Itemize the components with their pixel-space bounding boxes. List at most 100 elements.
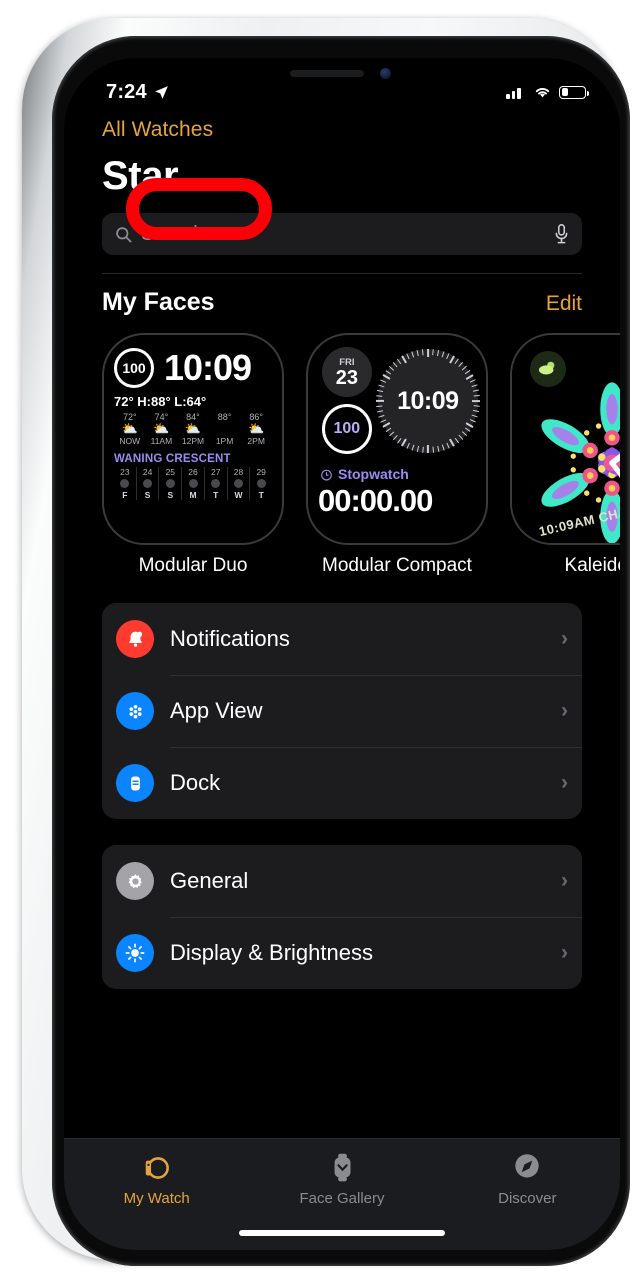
- watch-face-item[interactable]: 100 10:09 72° H:88° L:64° 72° ⛅ NOW 74° …: [102, 333, 284, 577]
- moon-day-cell: 29 T: [250, 467, 272, 500]
- forecast-cell: 72° ⛅ NOW: [114, 412, 146, 446]
- modular-duo-content: 100 10:09 72° H:88° L:64° 72° ⛅ NOW 74° …: [114, 347, 272, 531]
- partly-cloudy-icon: ⛅: [121, 421, 138, 436]
- watch-faces-carousel[interactable]: 100 10:09 72° H:88° L:64° 72° ⛅ NOW 74° …: [64, 317, 620, 577]
- forecast-hour: NOW: [119, 436, 141, 446]
- dock-icon: [116, 764, 154, 802]
- date-complication: FRI 23: [321, 347, 372, 397]
- forecast-hour: 11AM: [150, 436, 173, 446]
- watch-face-name: Modular Compact: [322, 555, 472, 576]
- partly-cloudy-icon: ⛅: [184, 421, 202, 436]
- sunny-icon: ☀: [218, 421, 231, 436]
- moon-day-cell: 27 T: [205, 467, 228, 500]
- tab-label: Face Gallery: [299, 1190, 385, 1207]
- moon-date: 23: [120, 467, 130, 477]
- moon-date: 29: [256, 467, 266, 477]
- grid-icon: [116, 692, 154, 730]
- forecast-hour: 1PM: [215, 436, 234, 446]
- tab-my-watch[interactable]: My Watch: [64, 1151, 249, 1250]
- watch-face-item[interactable]: 10:09AM CHA Kaleidos: [510, 333, 620, 577]
- stopwatch-value: 00:00.00: [318, 483, 433, 518]
- moon-glyph-icon: [143, 479, 153, 488]
- moon-weekday: T: [213, 490, 219, 500]
- list-item-label: Notifications: [170, 626, 290, 651]
- my-faces-title: My Faces: [102, 288, 215, 316]
- moon-glyph-icon: [211, 479, 221, 488]
- watch-face-item[interactable]: FRI 23 100 10:09 Stopwatch 00:00.00 Modu…: [306, 333, 488, 577]
- tab-discover[interactable]: Discover: [435, 1151, 620, 1250]
- stopwatch-label: Stopwatch: [338, 466, 409, 482]
- weather-summary: 72° H:88° L:64°: [114, 394, 207, 409]
- status-bar-left: 7:24: [106, 81, 170, 104]
- back-button-all-watches[interactable]: All Watches: [64, 110, 620, 142]
- modular-duo-top-row: 100 10:09: [114, 347, 272, 389]
- list-item-notifications[interactable]: Notifications ›: [102, 603, 582, 675]
- location-arrow-icon: [154, 85, 168, 99]
- date-weekday: FRI: [339, 356, 355, 368]
- chevron-right-icon: ›: [561, 627, 568, 650]
- moon-phase-row: 23 F 24 S 25 S 26 M 27 T 28 W 29 T: [114, 467, 272, 500]
- moon-glyph-icon: [188, 479, 198, 488]
- status-time: 7:24: [106, 80, 147, 103]
- moon-weekday: W: [234, 490, 243, 500]
- search-input[interactable]: Search: [102, 213, 582, 255]
- moon-glyph-icon: [233, 479, 243, 488]
- watch-face-name: Kaleidos: [564, 555, 620, 576]
- forecast-cell: 84° ⛅ 12PM: [177, 412, 209, 446]
- edit-button[interactable]: Edit: [546, 292, 582, 316]
- forecast-hour: 2PM: [247, 436, 265, 446]
- gear-icon: [116, 862, 154, 900]
- battery-low-icon: [559, 85, 589, 99]
- moon-glyph-icon: [165, 479, 175, 488]
- forecast-cell: 74° ⛅ 11AM: [146, 412, 178, 446]
- chevron-right-icon: ›: [561, 771, 568, 794]
- face-time: 10:09: [397, 386, 459, 415]
- watch-face-preview-modular-duo[interactable]: 100 10:09 72° H:88° L:64° 72° ⛅ NOW 74° …: [102, 333, 284, 545]
- modular-compact-left-column: FRI 23 100: [316, 345, 378, 454]
- cellular-bars-icon: [506, 86, 526, 99]
- moon-weekday: M: [189, 490, 197, 500]
- forecast-cell: 86° ⛅ 2PM: [240, 412, 272, 446]
- tab-label: Discover: [498, 1190, 557, 1207]
- home-indicator[interactable]: [239, 1230, 445, 1236]
- moon-date: 24: [142, 467, 153, 477]
- device-frame: 7:24 All Watches Star Search My Faces Ed…: [22, 18, 630, 1266]
- chevron-right-icon: ›: [561, 699, 568, 722]
- watch-face-name: Modular Duo: [138, 555, 248, 576]
- moon-glyph-icon: [256, 479, 266, 488]
- forecast-hour: 12PM: [181, 436, 205, 446]
- compass-icon: [515, 1154, 539, 1178]
- list-item-dock[interactable]: Dock ›: [102, 747, 582, 819]
- watch-face-preview-modular-compact[interactable]: FRI 23 100 10:09 Stopwatch 00:00.00: [306, 333, 488, 545]
- front-camera-icon: [380, 68, 391, 79]
- search-icon: [116, 226, 132, 242]
- list-item-general[interactable]: General ›: [102, 845, 582, 917]
- moon-day-cell: 25 S: [159, 467, 183, 500]
- moon-date: 25: [165, 467, 176, 477]
- tab-label: My Watch: [123, 1190, 190, 1207]
- search-bar-container: Search: [64, 199, 620, 255]
- forecast-cell: 88° ☀ 1PM: [209, 412, 241, 446]
- speaker-grille: [290, 70, 364, 77]
- modular-compact-top-row: FRI 23 100 10:09: [316, 345, 480, 454]
- search-placeholder: Search: [141, 222, 205, 245]
- moon-day-cell: 26 M: [182, 467, 205, 500]
- watch-face-preview-kaleidoscope[interactable]: 10:09AM CHA: [510, 333, 620, 545]
- phone-screen: 7:24 All Watches Star Search My Faces Ed…: [64, 58, 620, 1250]
- date-day: 23: [335, 366, 358, 389]
- list-item-app-view[interactable]: App View ›: [102, 675, 582, 747]
- kaleidoscope-content: 10:09AM CHA: [512, 335, 620, 543]
- modular-compact-content: FRI 23 100 10:09 Stopwatch 00:00.00: [316, 345, 480, 533]
- list-item-label: General: [170, 868, 249, 893]
- list-item-display-brightness[interactable]: Display & Brightness ›: [102, 917, 582, 989]
- face-time: 10:09: [164, 347, 252, 388]
- list-item-label: Display & Brightness: [170, 940, 373, 965]
- moon-glyph-icon: [120, 479, 130, 488]
- microphone-icon[interactable]: [553, 223, 570, 245]
- partly-cloudy-icon: ⛅: [248, 421, 265, 436]
- battery-ring-complication: 100: [321, 404, 372, 454]
- wifi-icon: [535, 87, 550, 98]
- moon-phase-label: WANING CRESCENT: [114, 453, 231, 465]
- stopwatch-icon: [321, 469, 332, 481]
- bell-icon: [116, 620, 154, 658]
